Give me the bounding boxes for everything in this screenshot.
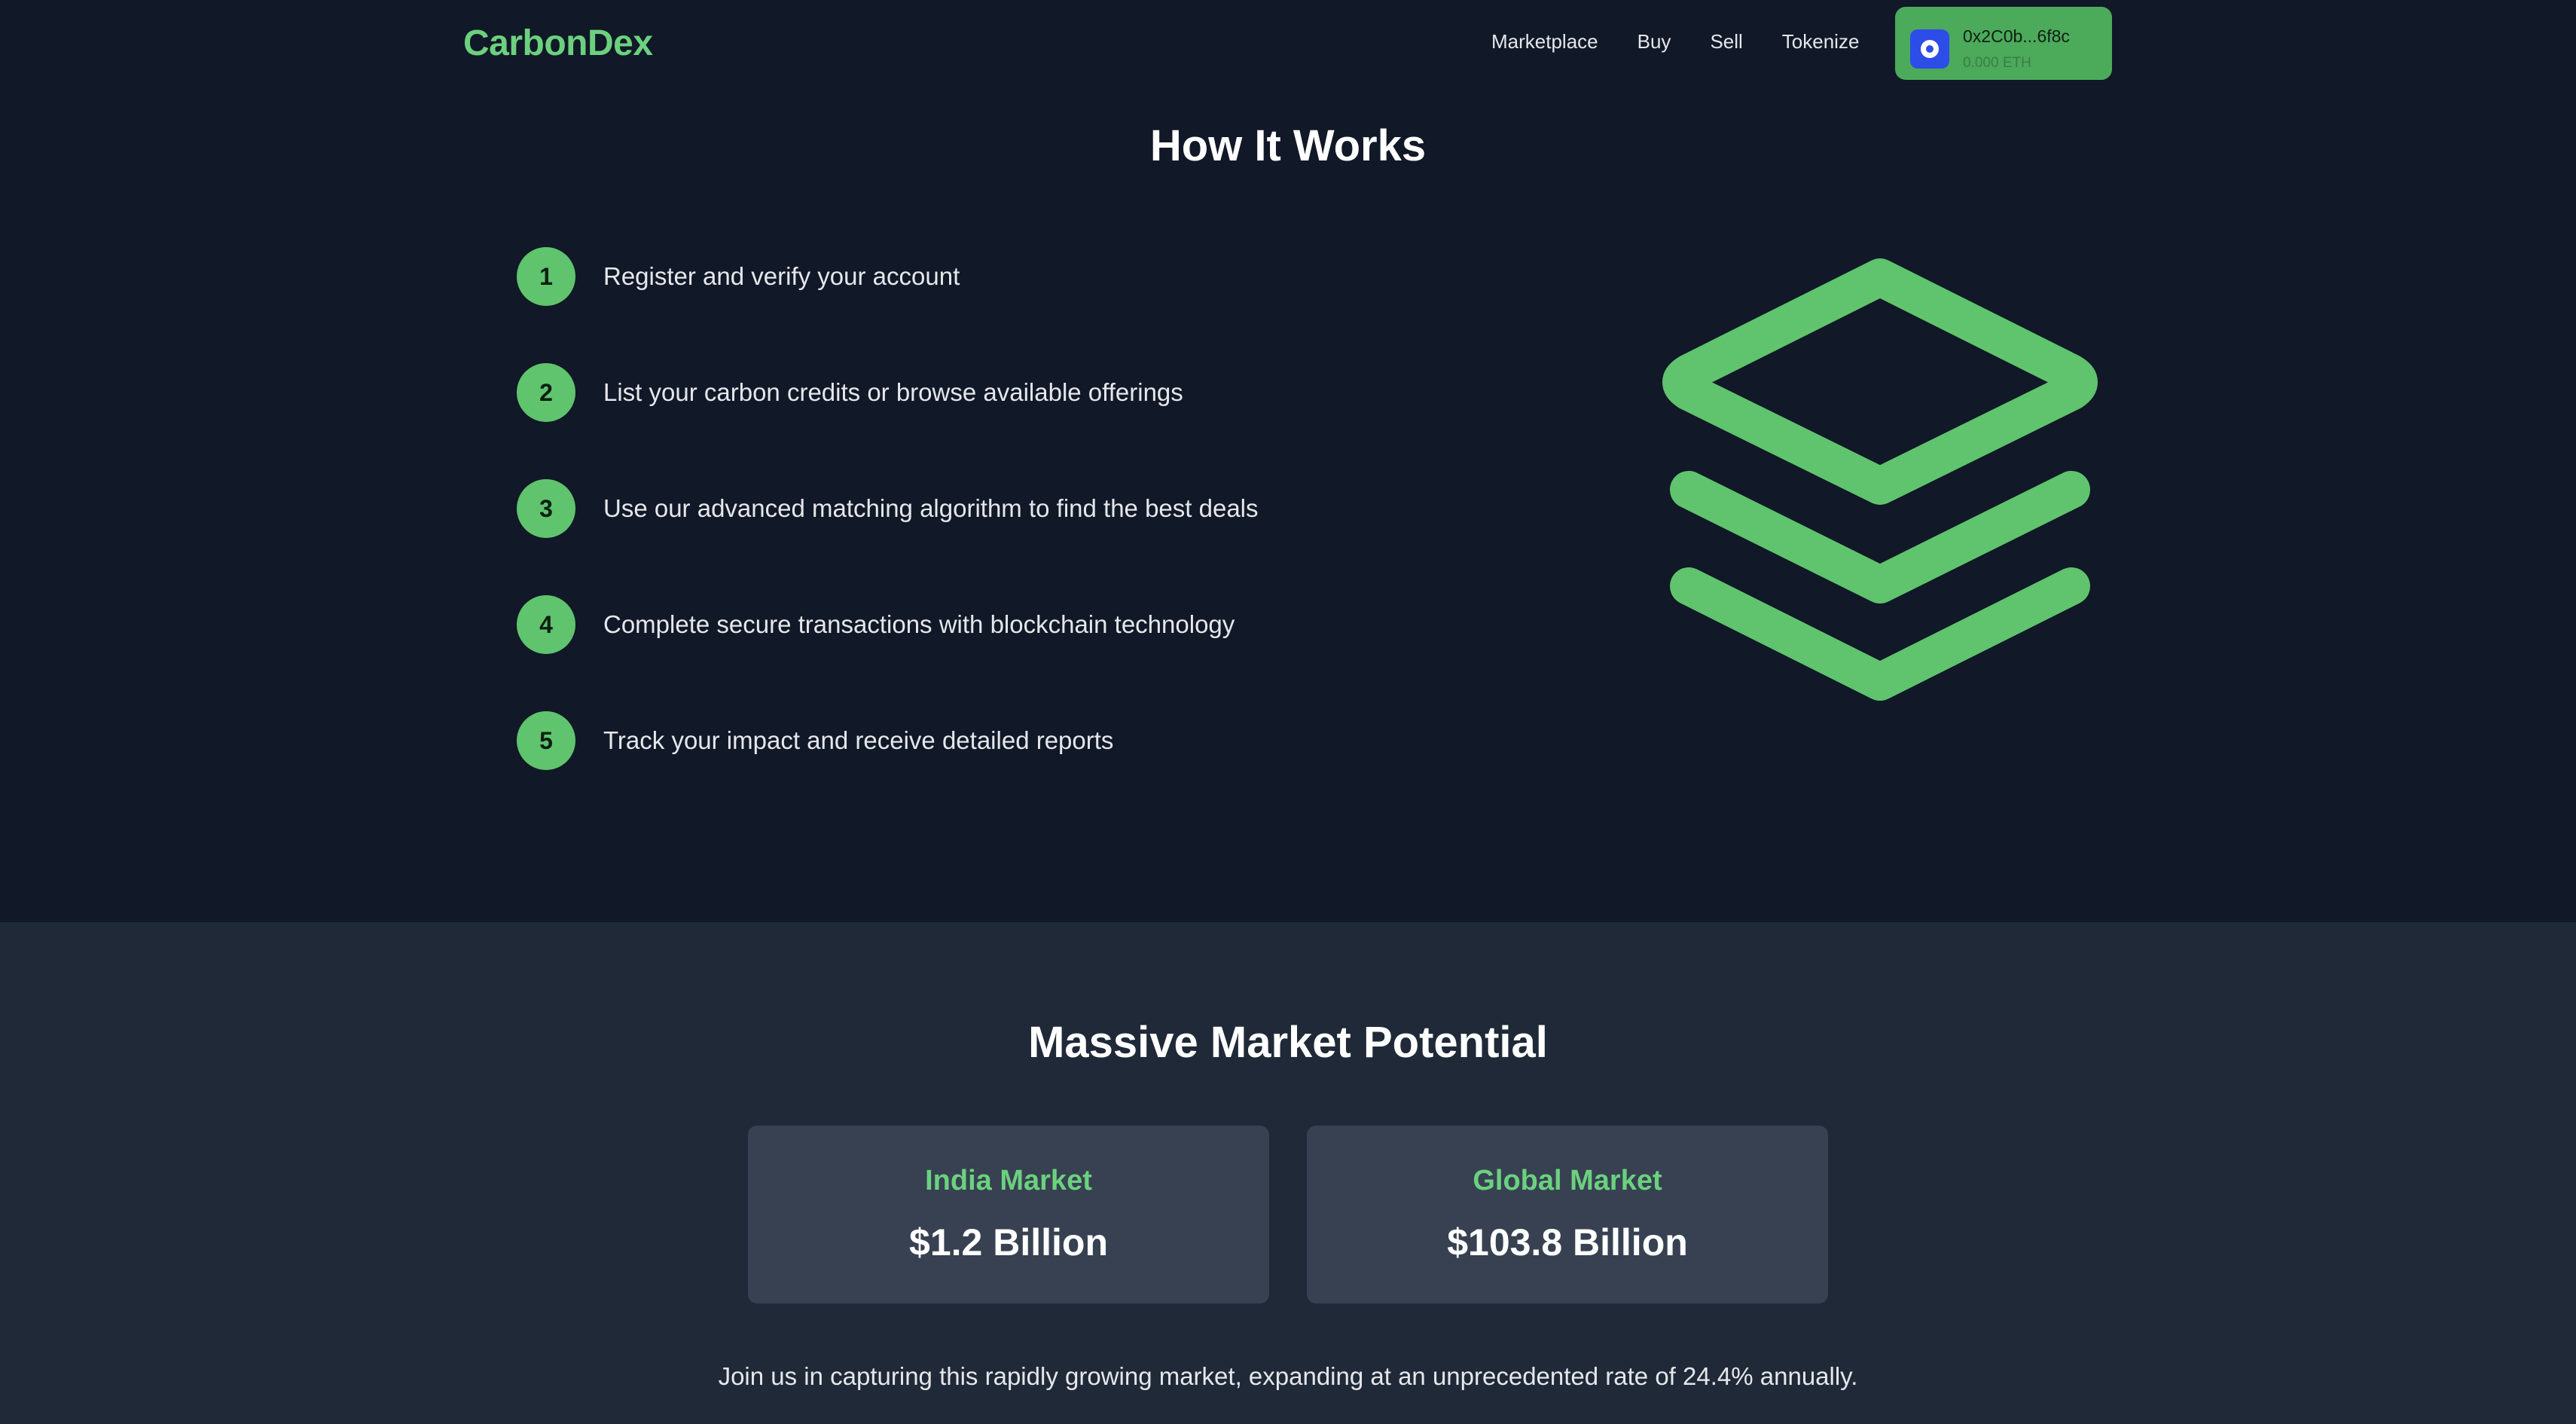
market-note: Join us in capturing this rapidly growin…: [718, 1362, 1858, 1390]
card-value: $103.8 Billion: [1447, 1221, 1688, 1264]
nav-link-tokenize[interactable]: Tokenize: [1782, 30, 1860, 53]
step-number: 5: [517, 711, 575, 770]
layers-icon: [1662, 258, 2098, 701]
wallet-balance: 0.000 ETH: [1963, 55, 2031, 71]
how-it-works-title: How It Works: [1149, 121, 1427, 170]
card-value: $1.2 Billion: [909, 1221, 1108, 1264]
step-number: 3: [517, 479, 575, 538]
nav-link-marketplace[interactable]: Marketplace: [1491, 30, 1598, 53]
step-number: 1: [517, 247, 575, 306]
global-market-card: Global Market $103.8 Billion: [1307, 1126, 1828, 1303]
nav-link-buy[interactable]: Buy: [1637, 30, 1671, 53]
market-title: Massive Market Potential: [1028, 1018, 1548, 1067]
card-label: India Market: [925, 1165, 1092, 1196]
site-header: CarbonDex Marketplace Buy Sell Tokenize …: [0, 0, 2576, 87]
nav-link-sell[interactable]: Sell: [1710, 30, 1742, 53]
step-text: Complete secure transactions with blockc…: [603, 610, 1235, 638]
step-text: Track your impact and receive detailed r…: [603, 726, 1114, 754]
card-label: Global Market: [1473, 1165, 1662, 1196]
market-section: Massive Market Potential India Market $1…: [0, 922, 2576, 1424]
wallet-avatar-icon: [1910, 29, 1949, 69]
main-nav: Marketplace Buy Sell Tokenize: [1491, 30, 1898, 53]
india-market-card: India Market $1.2 Billion: [748, 1126, 1269, 1303]
logo[interactable]: CarbonDex: [463, 23, 653, 64]
step-number: 4: [517, 595, 575, 654]
step-text: List your carbon credits or browse avail…: [603, 378, 1183, 406]
wallet-button[interactable]: 0x2C0b...6f8c 0.000 ETH: [1895, 7, 2112, 80]
wallet-address: 0x2C0b...6f8c: [1963, 26, 2070, 46]
step-text: Use our advanced matching algorithm to f…: [603, 494, 1259, 522]
step-text: Register and verify your account: [603, 262, 960, 290]
step-number: 2: [517, 363, 575, 422]
